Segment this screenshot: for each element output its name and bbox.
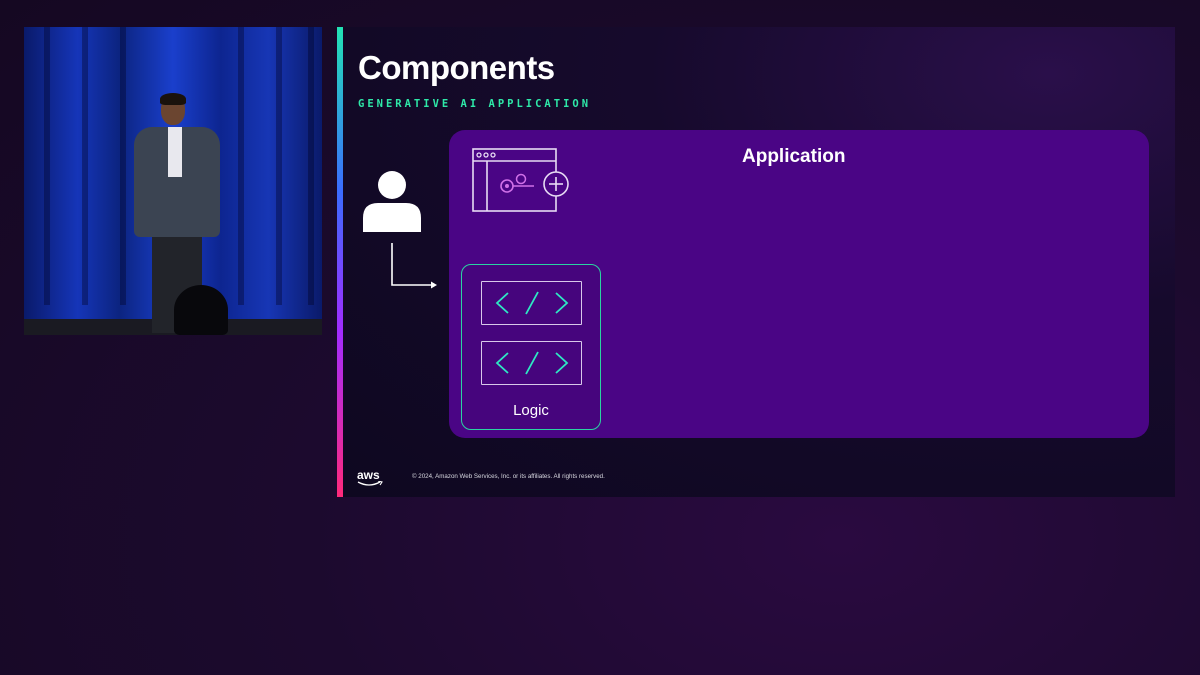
aws-logo: aws <box>357 468 380 482</box>
logic-box: Logic <box>461 264 601 430</box>
code-tile <box>481 341 582 385</box>
audience-silhouette <box>174 285 228 335</box>
user-icon <box>363 171 421 232</box>
copyright-text: © 2024, Amazon Web Services, Inc. or its… <box>412 473 605 480</box>
code-brackets-icon <box>495 351 569 375</box>
logic-label: Logic <box>513 402 549 419</box>
app-window-gears-plus-icon <box>472 148 569 212</box>
code-brackets-icon <box>495 291 569 315</box>
presentation-slide: Components GENERATIVE AI APPLICATION App… <box>337 27 1175 497</box>
code-tile <box>481 281 582 325</box>
slide-title: Components <box>358 49 555 86</box>
speaker-video <box>24 27 322 335</box>
connector-arrow-icon <box>391 243 437 289</box>
slide-subtitle: GENERATIVE AI APPLICATION <box>358 98 592 110</box>
aws-smile-icon <box>357 481 383 486</box>
slide-accent-bar <box>337 27 343 497</box>
application-label: Application <box>742 146 846 167</box>
